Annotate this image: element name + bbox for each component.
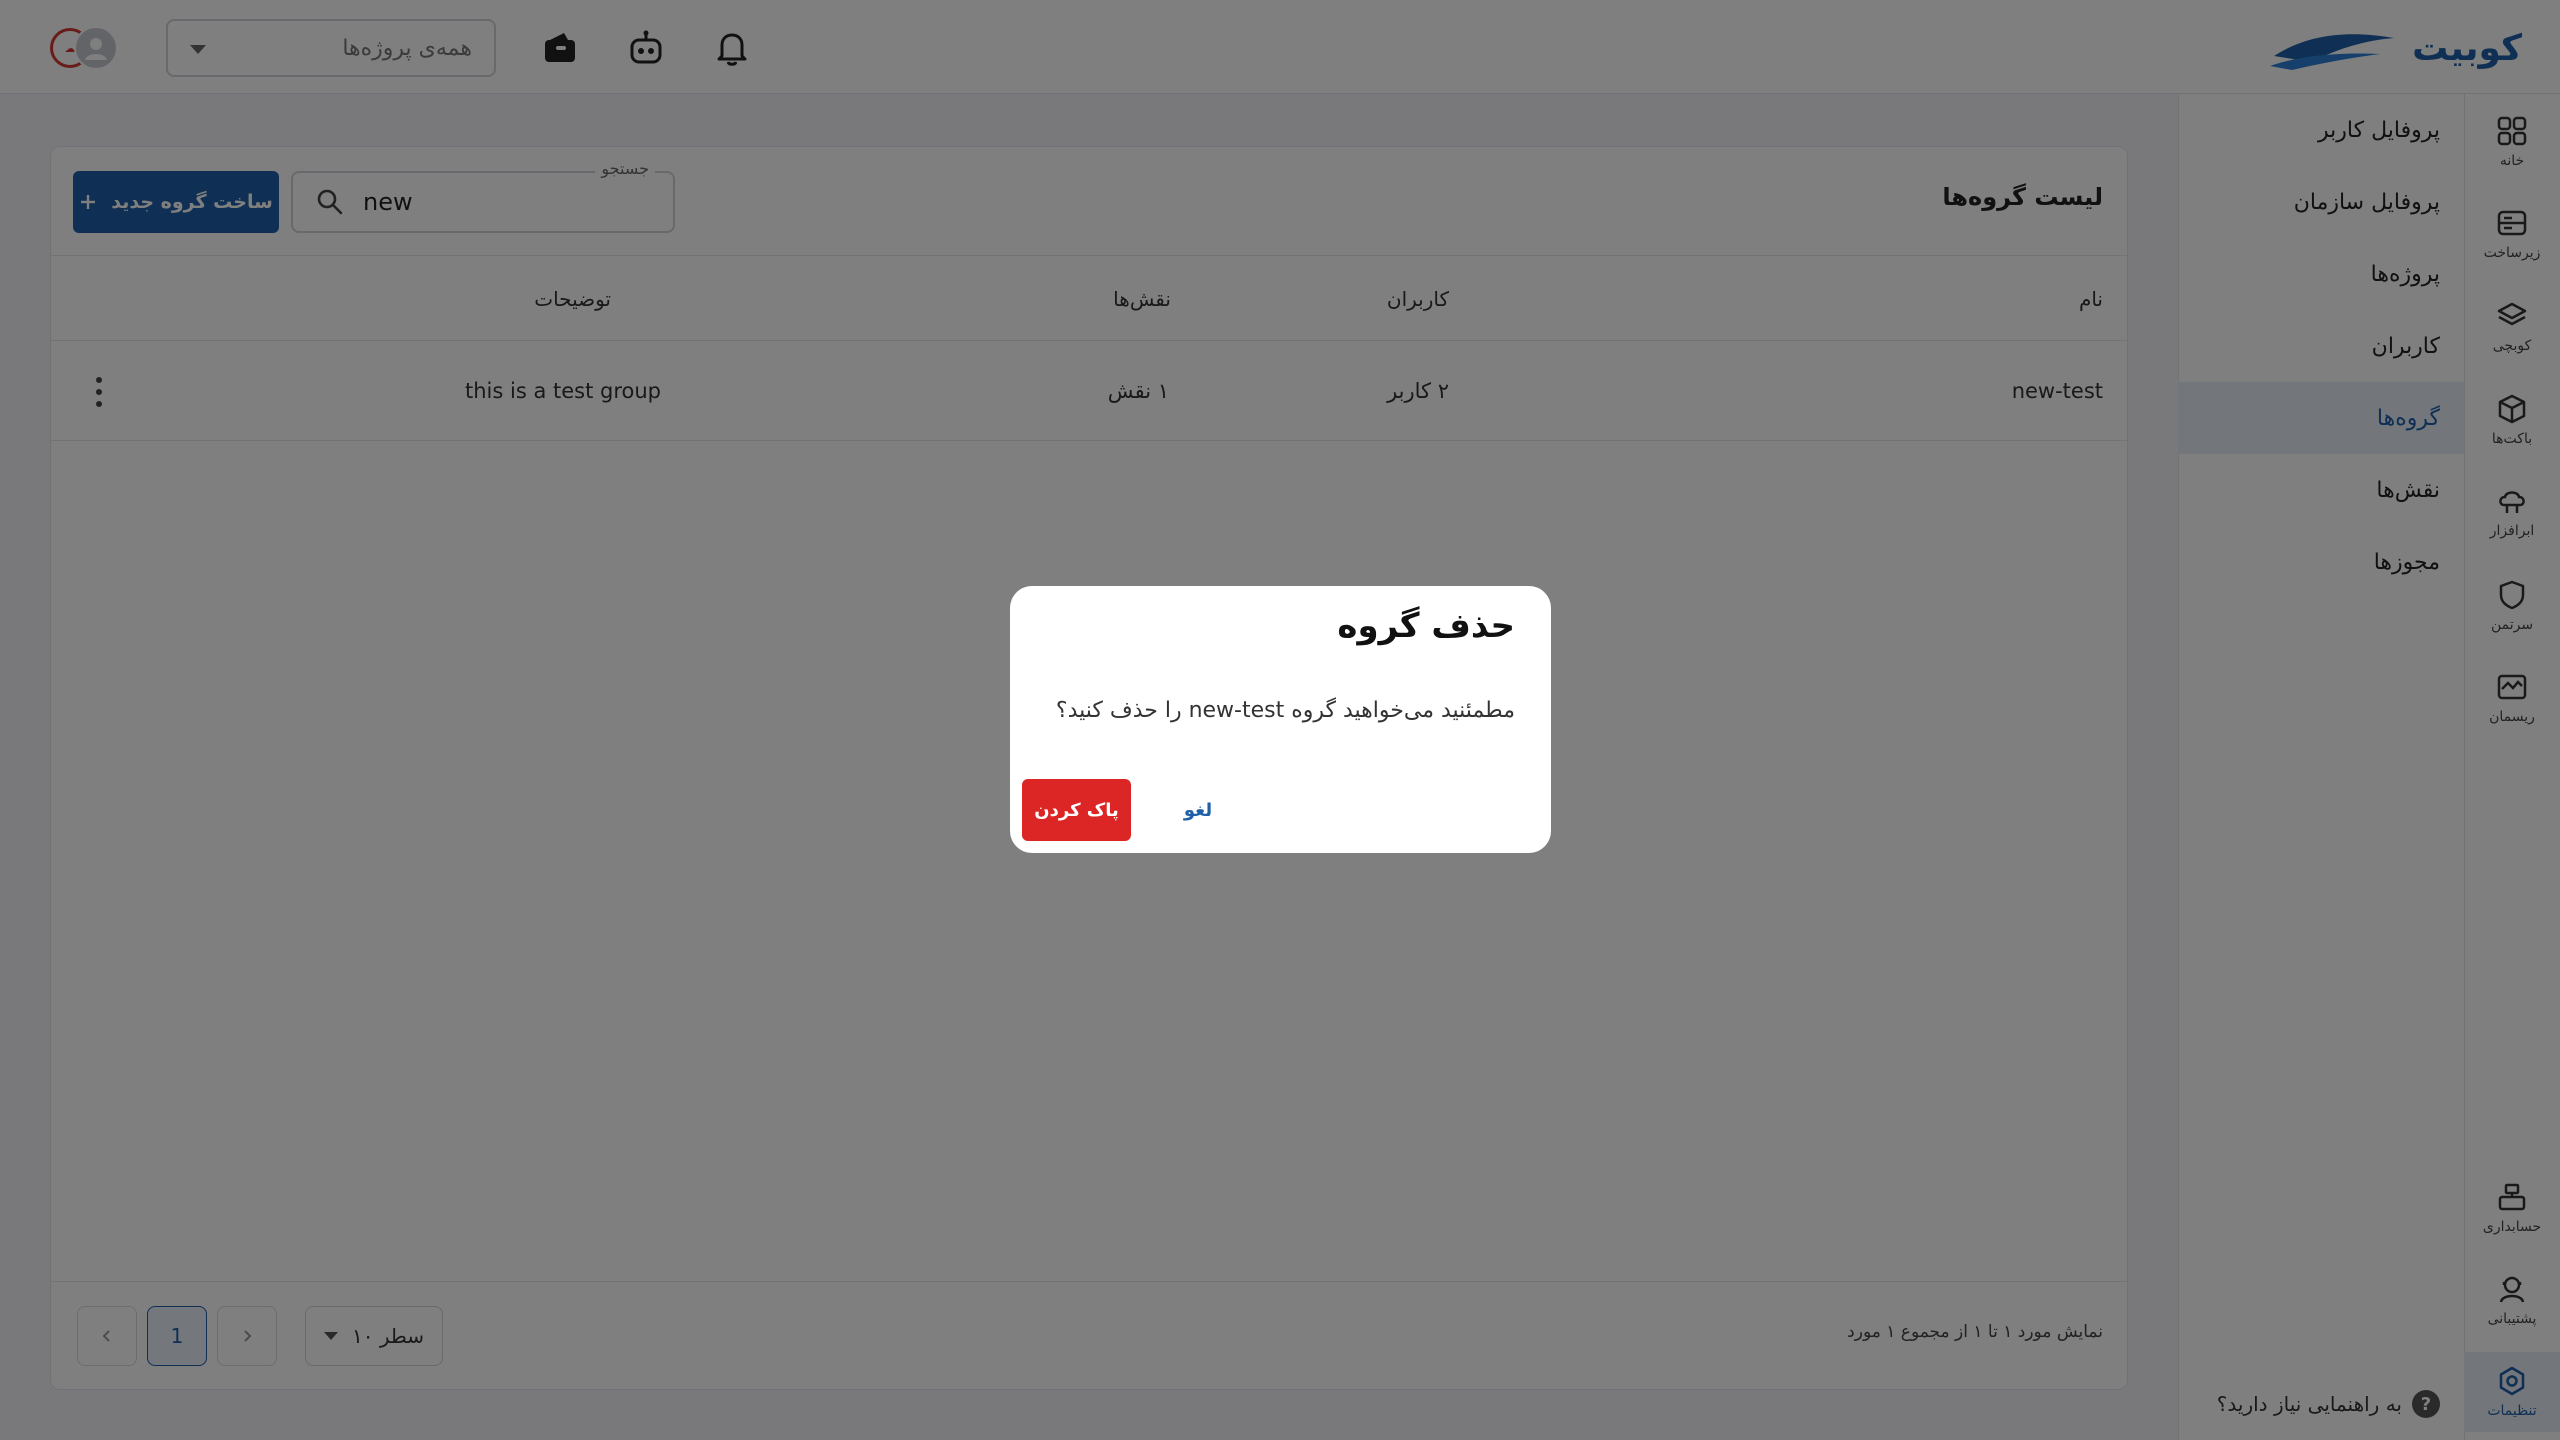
delete-button[interactable]: پاک کردن: [1022, 779, 1131, 841]
dialog-title: حذف گروه: [1337, 606, 1515, 646]
dialog-message: مطمئنید می‌خواهید گروه new-test را حذف ک…: [1055, 698, 1515, 723]
cancel-button[interactable]: لغو: [1158, 779, 1238, 841]
delete-group-dialog: حذف گروه مطمئنید می‌خواهید گروه new-test…: [1010, 586, 1551, 853]
